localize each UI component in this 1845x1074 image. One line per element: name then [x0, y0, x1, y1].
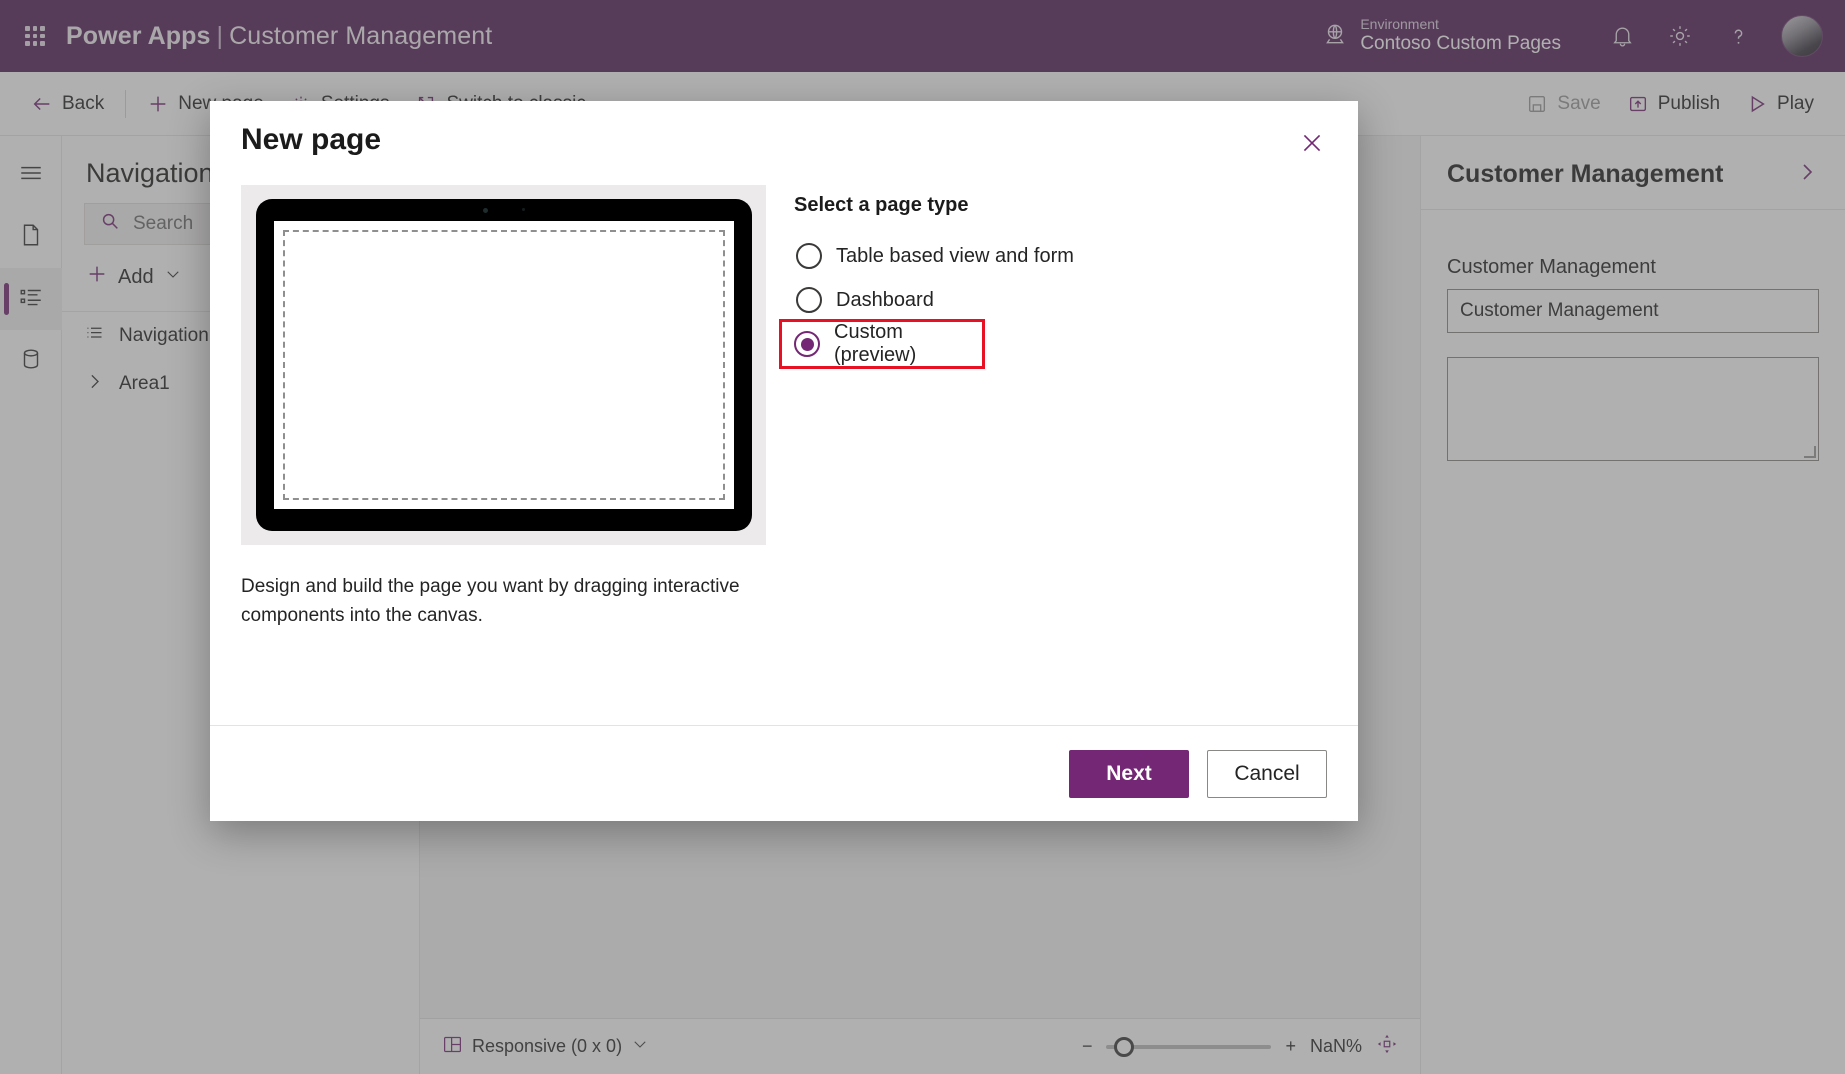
- preview-column: Design and build the page you want by dr…: [241, 185, 766, 725]
- device-bezel: [255, 199, 752, 531]
- next-button[interactable]: Next: [1069, 749, 1189, 798]
- blank-canvas-outline: [282, 230, 725, 500]
- radio-label: Custom (preview): [834, 321, 917, 366]
- close-icon[interactable]: [1292, 123, 1332, 163]
- app-root: Power Apps | Customer Management Environme…: [0, 0, 1845, 1074]
- device-camera-dots: [482, 208, 525, 213]
- dialog-title: New page: [241, 123, 382, 156]
- page-type-options: Select a page type Table based view and …: [779, 185, 1327, 725]
- radio-option-table-based-view-and-form[interactable]: Table based view and form: [794, 234, 1327, 278]
- device-screen: [273, 221, 734, 509]
- radio-label: Table based view and form: [836, 244, 1074, 267]
- options-heading: Select a page type: [794, 194, 969, 216]
- dialog-footer: Next Cancel: [210, 725, 1358, 821]
- new-page-dialog: New page Design and build the page you w…: [210, 101, 1358, 821]
- device-preview: [241, 185, 766, 545]
- dialog-header: New page: [210, 101, 1358, 163]
- preview-description: Design and build the page you want by dr…: [241, 576, 740, 626]
- radio-label: Dashboard: [836, 288, 934, 311]
- cancel-button[interactable]: Cancel: [1207, 749, 1327, 798]
- radio-indicator: [796, 243, 822, 269]
- radio-indicator: [796, 287, 822, 313]
- dialog-body: Design and build the page you want by dr…: [210, 163, 1358, 725]
- radio-option-custom-preview[interactable]: Custom (preview): [779, 319, 985, 369]
- radio-indicator: [794, 331, 820, 357]
- radio-option-dashboard[interactable]: Dashboard: [794, 278, 1327, 322]
